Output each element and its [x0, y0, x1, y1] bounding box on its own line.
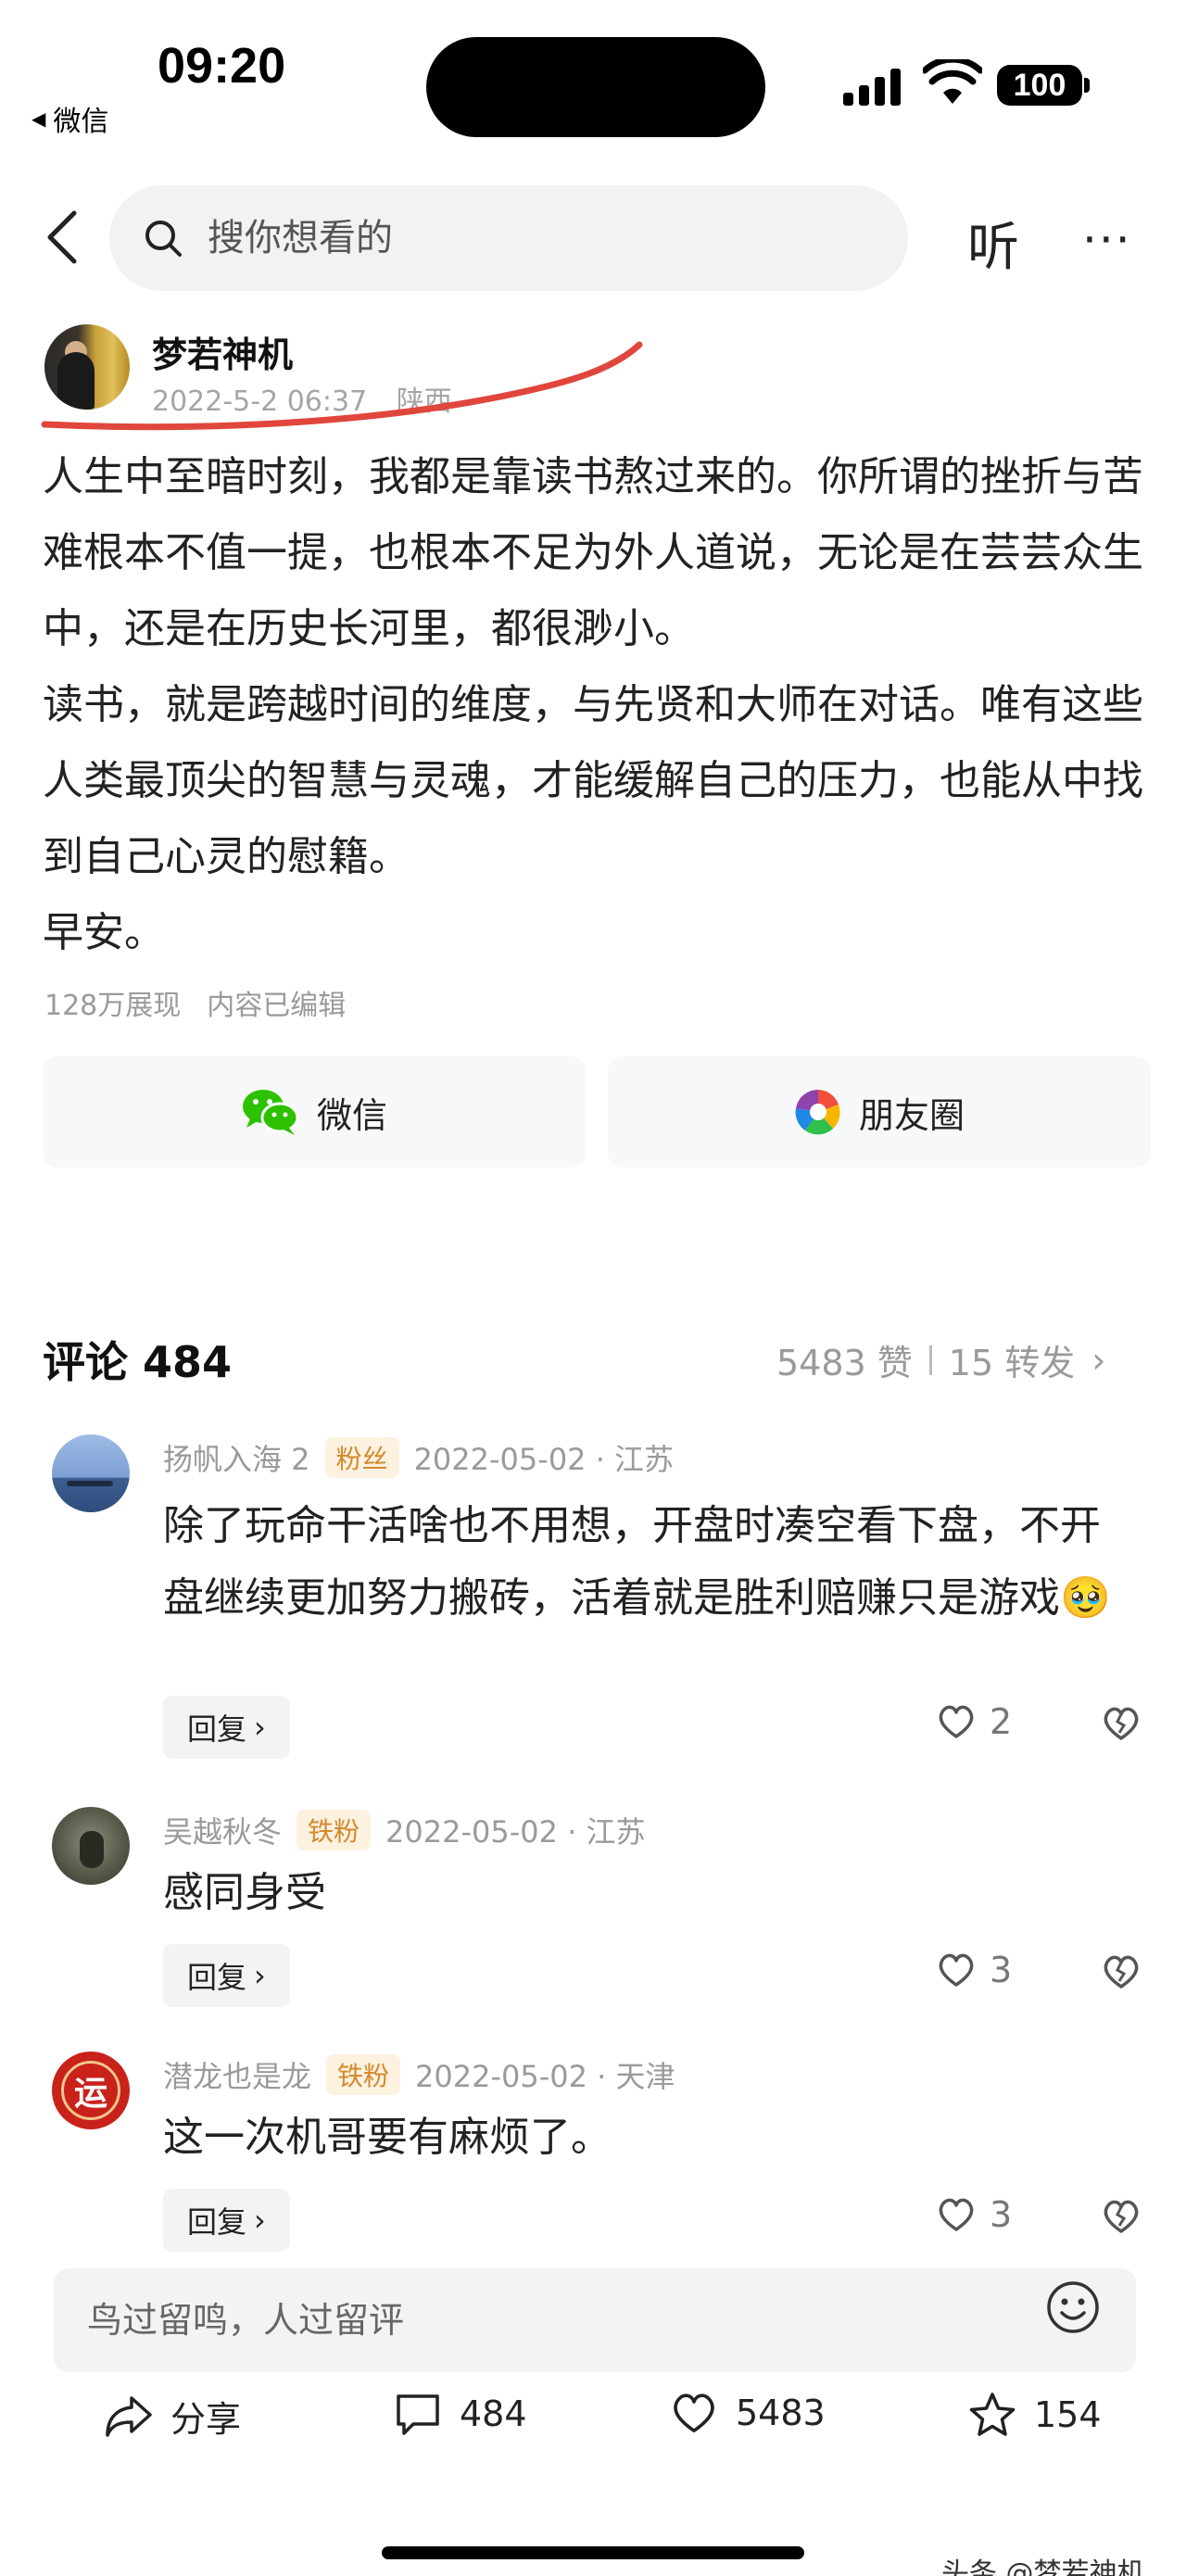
stats-divider — [928, 1345, 932, 1375]
article-paragraph: 人生中至暗时刻，我都是靠读书熬过来的。你所谓的挫折与苦难根本不值一提，也根本不足… — [43, 453, 1143, 652]
battery-indicator: 100 — [997, 65, 1082, 106]
chevron-right-icon: › — [254, 1958, 266, 1993]
search-icon — [145, 221, 182, 257]
heart-icon — [939, 2198, 974, 2231]
article-stats: 128万展现 内容已编辑 — [44, 982, 346, 1023]
comment-bubble-icon — [397, 2394, 439, 2435]
share-moments-label: 朋友圈 — [858, 1094, 965, 1136]
comment-text: 除了玩命干活啥也不用想，开盘时凑空看下盘，不开盘继续更加努力搬砖，活着就是胜利赔… — [163, 1502, 1111, 1622]
back-app-label: 微信 — [53, 106, 109, 138]
comment-like-button[interactable]: 3 — [936, 2194, 1012, 2235]
chevron-right-icon: › — [254, 1710, 266, 1745]
comment-input[interactable] — [87, 2300, 1014, 2341]
emoji-icon[interactable] — [1045, 2279, 1101, 2335]
favorite-action[interactable]: 154 — [967, 2391, 1102, 2439]
share-moments-button[interactable]: 朋友圈 — [608, 1056, 1151, 1168]
commenter-avatar[interactable]: 运 — [52, 2052, 130, 2129]
status-time: 09:20 — [158, 38, 286, 94]
wechat-icon — [242, 1090, 299, 1135]
comment-count: 484 — [460, 2393, 527, 2434]
cellular-signal-icon — [843, 67, 901, 106]
battery-tip — [1084, 78, 1090, 93]
watermark: 头条 @梦若神机 — [941, 2557, 1145, 2576]
comment-meta: 2022-05-02 · 天津 — [415, 2059, 675, 2094]
more-options-icon[interactable]: ··· — [1082, 213, 1132, 267]
reply-label: 回复 — [187, 1711, 247, 1747]
commenter-avatar[interactable] — [52, 1807, 130, 1885]
share-action[interactable]: 分享 — [104, 2391, 241, 2442]
comment-text: 感同身受 — [163, 1869, 326, 1916]
article-paragraph: 早安。 — [43, 909, 165, 956]
search-input[interactable] — [208, 217, 856, 259]
comment-like-count: 2 — [990, 1701, 1013, 1742]
reply-label: 回复 — [187, 1960, 247, 1995]
reply-label: 回复 — [187, 2204, 247, 2240]
share-wechat-button[interactable]: 微信 — [43, 1056, 586, 1168]
comment-like-button[interactable]: 2 — [936, 1701, 1012, 1742]
heart-icon — [674, 2393, 714, 2432]
commenter-name[interactable]: 吴越秋冬 — [163, 1809, 282, 1851]
article-body: 人生中至暗时刻，我都是靠读书熬过来的。你所谓的挫折与苦难根本不值一提，也根本不足… — [43, 439, 1151, 971]
broken-heart-icon[interactable] — [1101, 1705, 1142, 1742]
comment-header: 潜龙也是龙 铁粉 2022-05-02 · 天津 — [163, 2053, 675, 2096]
home-indicator[interactable] — [382, 2546, 804, 2559]
total-likes: 5483 赞 — [776, 1343, 913, 1383]
listen-button[interactable]: 听 — [967, 206, 1019, 281]
total-reposts: 15 转发 — [948, 1343, 1076, 1383]
chevron-right-icon: › — [1091, 1339, 1106, 1381]
like-action[interactable]: 5483 — [669, 2391, 826, 2435]
share-arrow-icon — [106, 2395, 152, 2437]
comment-meta: 2022-05-02 · 江苏 — [385, 1814, 646, 1850]
search-bar[interactable] — [109, 185, 908, 291]
comment-like-count: 3 — [990, 1950, 1013, 1990]
back-triangle-icon: ◀ — [32, 107, 46, 130]
comment-input-bar[interactable] — [54, 2268, 1136, 2372]
like-count: 5483 — [736, 2393, 826, 2433]
comments-stats[interactable]: 5483 赞 15 转发 › — [776, 1334, 1105, 1385]
broken-heart-icon[interactable] — [1101, 2198, 1142, 2235]
avatar-seal-text: 运 — [61, 2061, 120, 2120]
commenter-name[interactable]: 扬帆入海 2 — [163, 1436, 310, 1479]
edited-label: 内容已编辑 — [207, 990, 347, 1022]
back-arrow-icon[interactable] — [43, 209, 80, 265]
favorite-count: 154 — [1034, 2394, 1102, 2435]
fan-badge: 粉丝 — [324, 1437, 399, 1478]
comment-header: 扬帆入海 2 粉丝 2022-05-02 · 江苏 — [163, 1436, 674, 1479]
commenter-name[interactable]: 潜龙也是龙 — [163, 2053, 311, 2096]
dynamic-island — [426, 37, 765, 137]
star-icon — [969, 2393, 1016, 2436]
fan-badge: 铁粉 — [326, 2054, 401, 2095]
share-wechat-label: 微信 — [316, 1094, 387, 1136]
commenter-avatar[interactable] — [52, 1434, 130, 1512]
moments-aperture-icon — [795, 1089, 840, 1135]
comments-title: 评论 484 — [43, 1337, 233, 1387]
reply-button[interactable]: 回复 › — [163, 2189, 290, 2252]
comment-like-count: 3 — [990, 2194, 1013, 2235]
back-to-wechat-link[interactable]: ◀ 微信 — [32, 98, 108, 139]
heart-icon — [939, 1705, 974, 1738]
share-label: 分享 — [170, 2399, 242, 2440]
comment-like-button[interactable]: 3 — [936, 1950, 1012, 1990]
heart-icon — [939, 1953, 974, 1987]
reply-button[interactable]: 回复 › — [163, 1944, 290, 2007]
comment-header: 吴越秋冬 铁粉 2022-05-02 · 江苏 — [163, 1809, 646, 1851]
comment-text: 这一次机哥要有麻烦了。 — [163, 2114, 612, 2161]
fan-badge: 铁粉 — [296, 1810, 372, 1850]
view-count: 128万展现 — [44, 990, 182, 1022]
chevron-right-icon: › — [254, 2203, 266, 2238]
comment-action[interactable]: 484 — [393, 2391, 527, 2437]
reply-button[interactable]: 回复 › — [163, 1696, 290, 1759]
comment-meta: 2022-05-02 · 江苏 — [413, 1442, 675, 1477]
broken-heart-icon[interactable] — [1101, 1953, 1142, 1990]
red-underline-annotation — [41, 341, 643, 431]
wifi-icon — [923, 59, 982, 104]
article-paragraph: 读书，就是跨越时间的维度，与先贤和大师在对话。唯有这些人类最顶尖的智慧与灵魂，才… — [43, 681, 1143, 880]
